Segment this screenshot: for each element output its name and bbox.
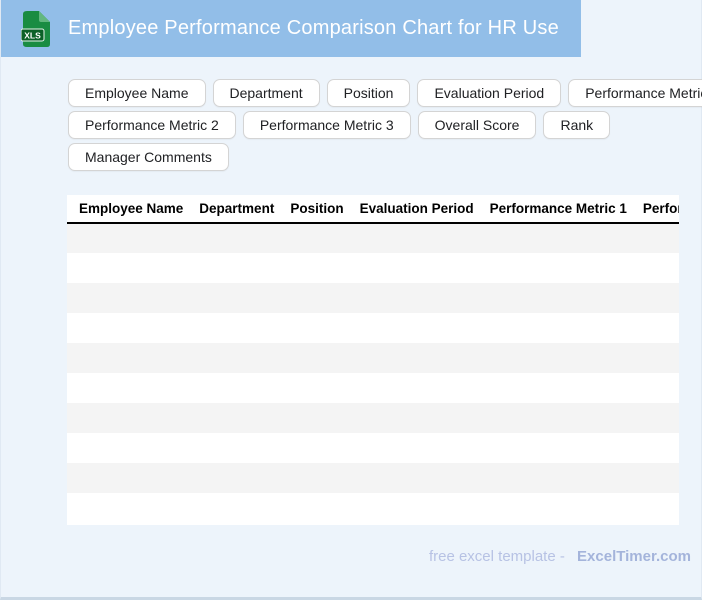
table-row	[67, 403, 679, 433]
table-row-empty-cell	[67, 253, 679, 283]
chip-evaluation-period[interactable]: Evaluation Period	[417, 79, 562, 107]
chip-row: Manager Comments	[68, 143, 701, 171]
page-title: Employee Performance Comparison Chart fo…	[68, 17, 559, 39]
xls-icon-label: XLS	[24, 30, 41, 40]
col-header-evaluation-period: Evaluation Period	[359, 201, 474, 216]
table-row-empty-cell	[67, 343, 679, 373]
chip-position[interactable]: Position	[326, 79, 411, 107]
xls-file-icon: XLS	[21, 10, 50, 47]
table-row	[67, 343, 679, 373]
table-row	[67, 433, 679, 463]
preview-table-container: Employee Name Department Position Evalua…	[67, 195, 679, 525]
chip-performance-metric-2[interactable]: Performance Metric 2	[68, 111, 236, 139]
table-row	[67, 223, 679, 253]
chip-performance-metric-3[interactable]: Performance Metric 3	[242, 111, 411, 139]
table-row-empty-cell	[67, 493, 679, 523]
table-row	[67, 373, 679, 403]
col-header-position: Position	[290, 201, 344, 216]
footer-credit: free excel template - ExcelTimer.com	[67, 548, 691, 565]
col-header-performance-metric-1: Performance Metric 1	[489, 201, 627, 216]
col-header-performance-metric-2: Performance Metric 2	[642, 201, 679, 216]
table-row-empty-cell	[67, 283, 679, 313]
table-body	[67, 223, 679, 523]
header-bar: XLS Employee Performance Comparison Char…	[1, 0, 581, 57]
chip-department[interactable]: Department	[212, 79, 320, 107]
table-row-empty-cell	[67, 463, 679, 493]
chip-overall-score[interactable]: Overall Score	[417, 111, 537, 139]
table-row	[67, 253, 679, 283]
table-row	[67, 493, 679, 523]
table-row	[67, 283, 679, 313]
chip-manager-comments[interactable]: Manager Comments	[68, 143, 229, 171]
page: XLS Employee Performance Comparison Char…	[0, 0, 702, 600]
column-chips: Employee Name Department Position Evalua…	[68, 79, 702, 171]
chip-performance-metric-1[interactable]: Performance Metric 1	[568, 79, 702, 107]
table-row	[67, 313, 679, 343]
table-row-empty-cell	[67, 403, 679, 433]
col-header-department: Department	[199, 201, 275, 216]
chip-row: Performance Metric 2 Performance Metric …	[68, 111, 701, 139]
chip-employee-name[interactable]: Employee Name	[68, 79, 206, 107]
chip-rank[interactable]: Rank	[543, 111, 611, 139]
table-header-row: Employee Name Department Position Evalua…	[67, 195, 679, 223]
table-row	[67, 463, 679, 493]
footer-brand-link[interactable]: ExcelTimer.com	[577, 548, 691, 565]
preview-table: Employee Name Department Position Evalua…	[67, 195, 679, 523]
table-row-empty-cell	[67, 433, 679, 463]
chip-row: Employee Name Department Position Evalua…	[68, 79, 702, 107]
col-header-employee-name: Employee Name	[79, 201, 184, 216]
footer-credit-text: free excel template -	[428, 548, 565, 565]
table-row-empty-cell	[67, 223, 679, 253]
table-row-empty-cell	[67, 373, 679, 403]
table-row-empty-cell	[67, 313, 679, 343]
